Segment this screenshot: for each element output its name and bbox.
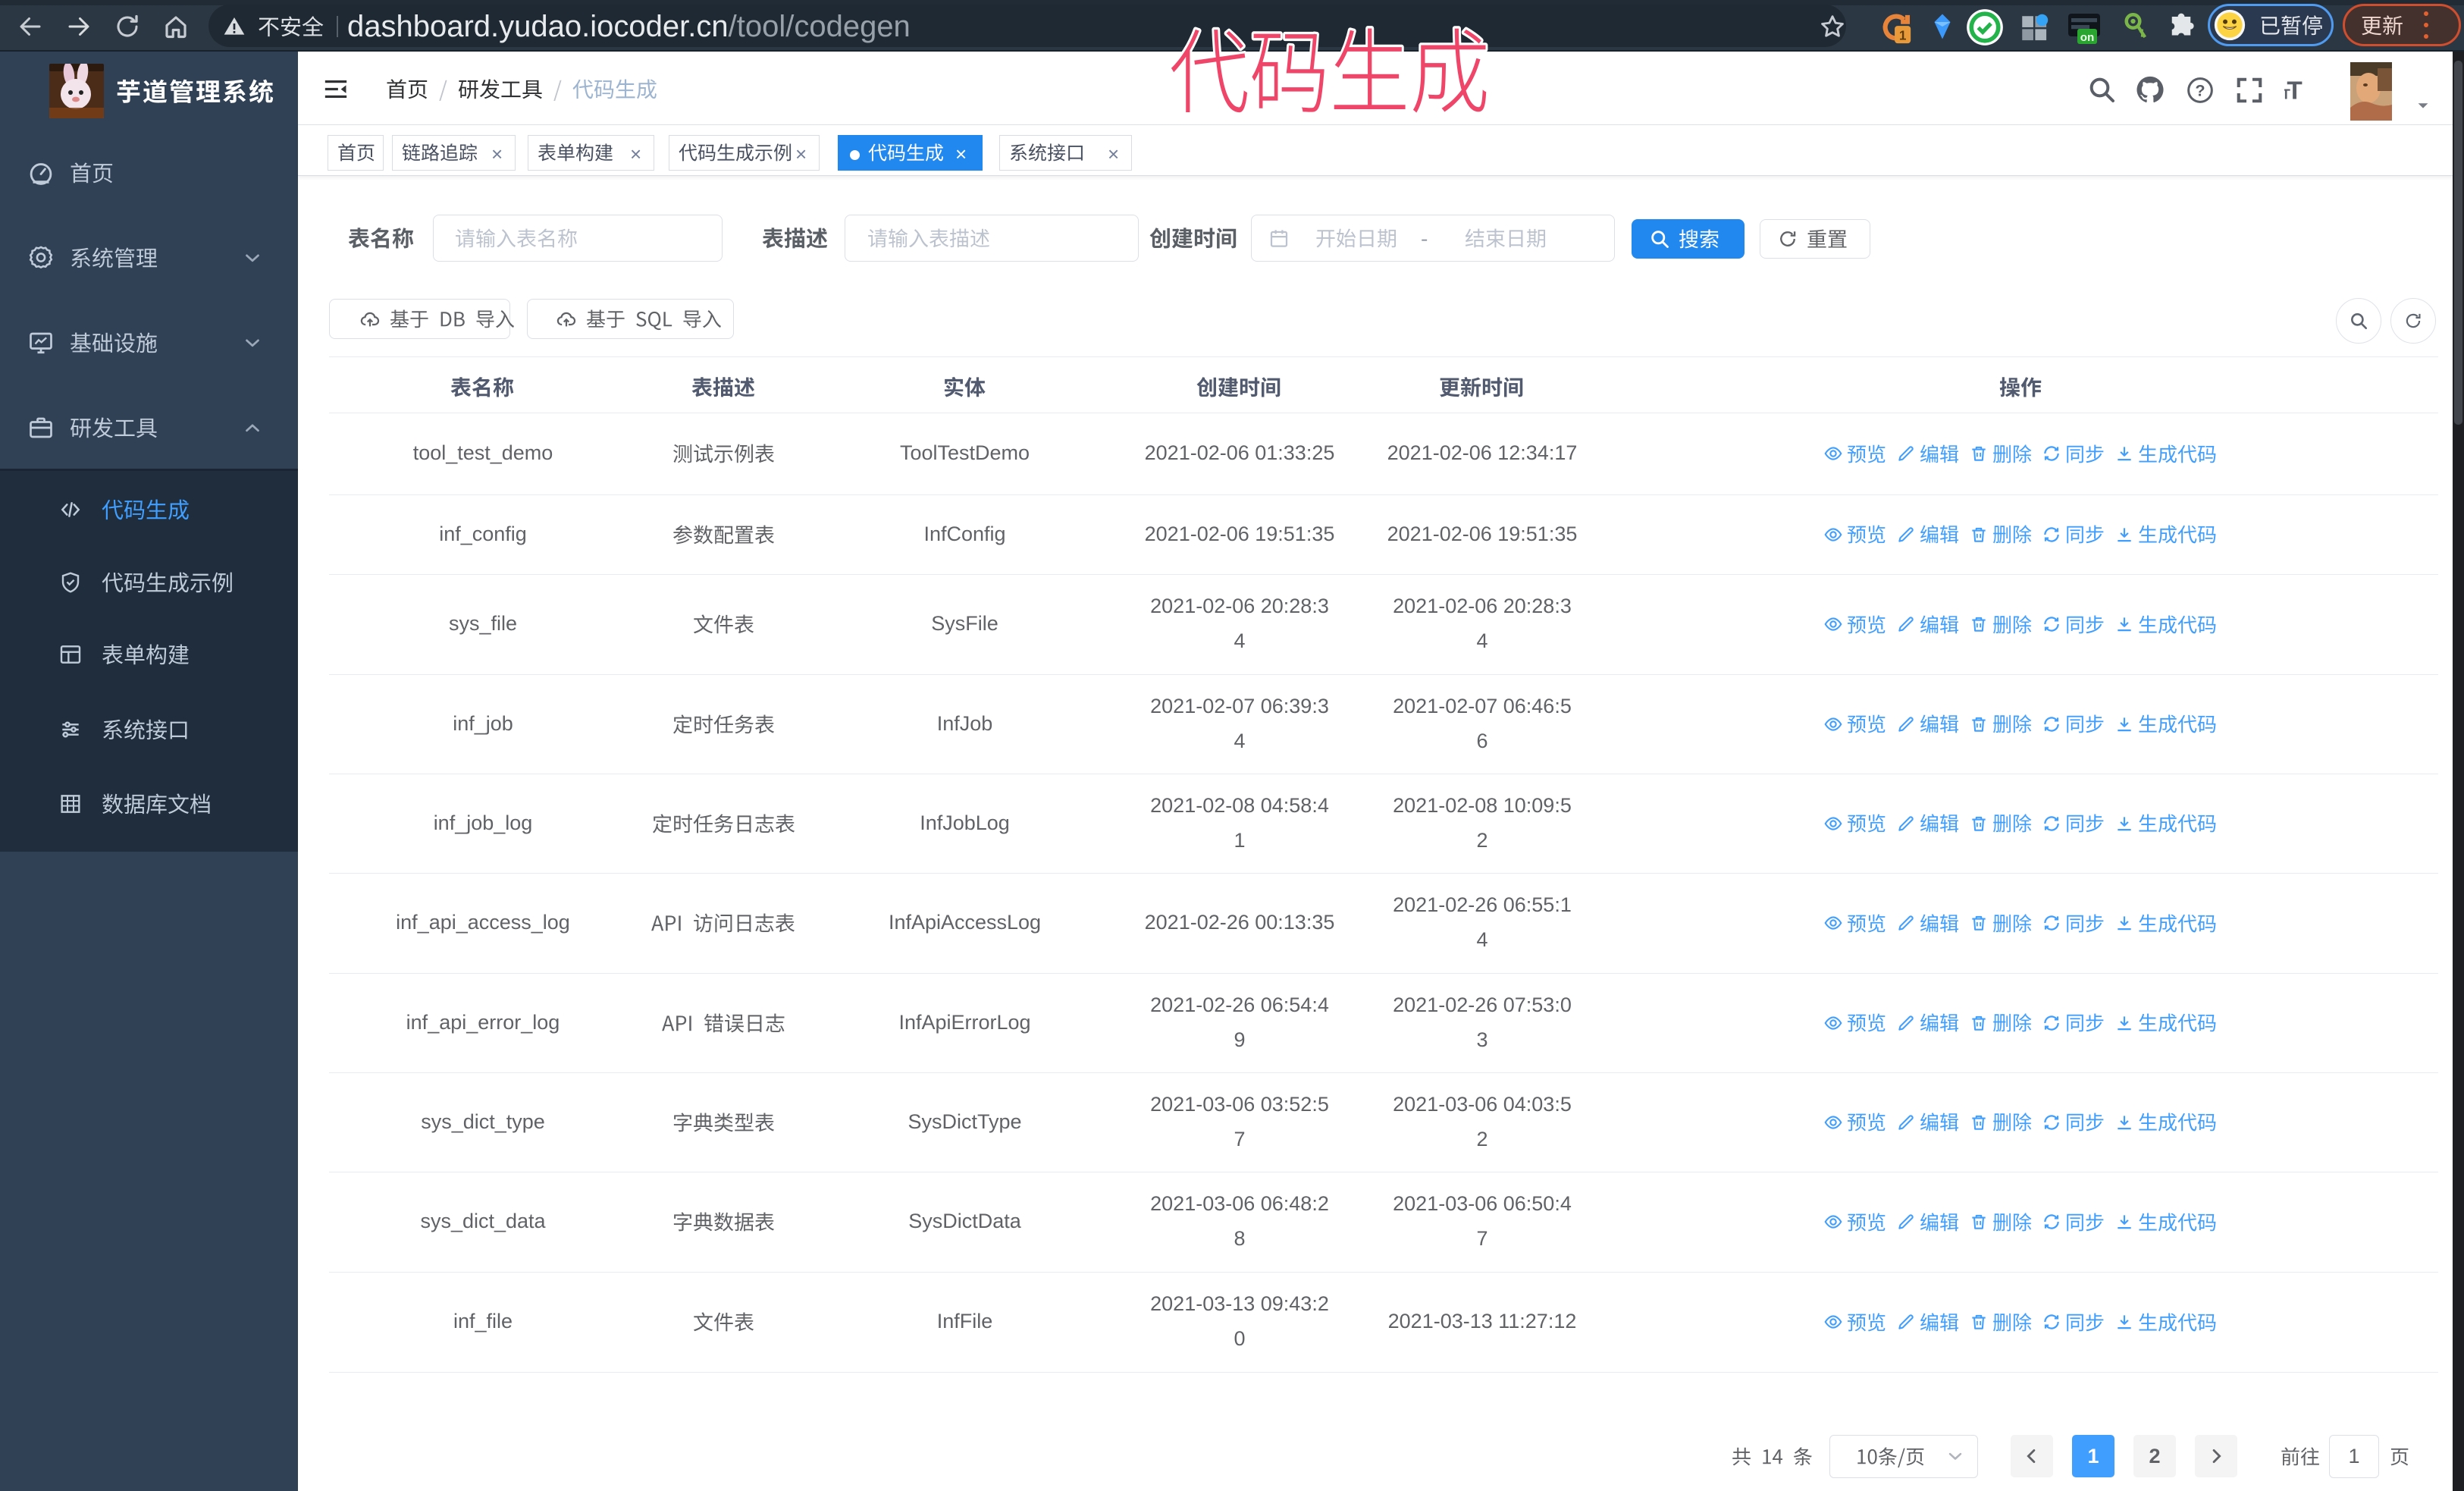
svg-text:T: T	[2284, 86, 2290, 102]
svg-text:on: on	[2080, 31, 2095, 44]
svg-text:?: ?	[2195, 81, 2205, 100]
svg-text:1: 1	[1899, 27, 1907, 42]
